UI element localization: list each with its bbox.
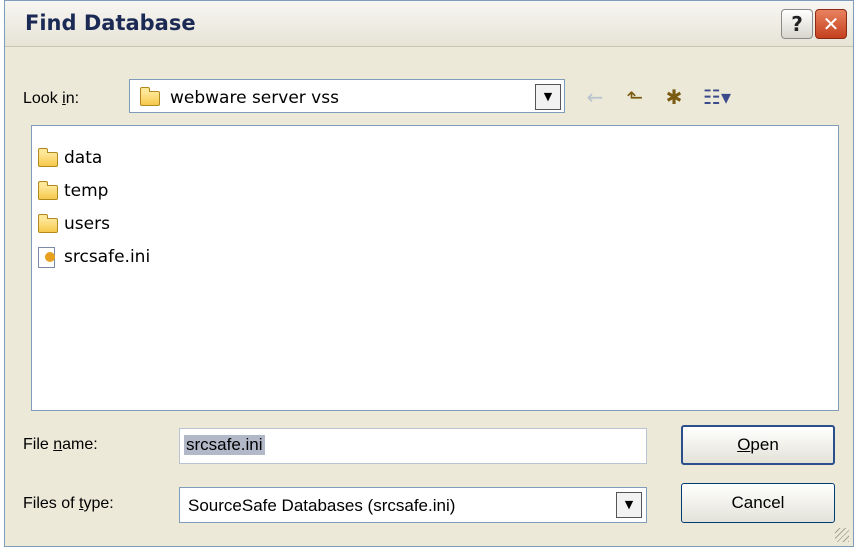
file-name: srcsafe.ini	[64, 247, 151, 267]
folder-icon	[38, 181, 58, 200]
file-name-value: srcsafe.ini	[184, 435, 265, 455]
look-in-value: webware server vss	[170, 88, 339, 108]
files-of-type-dropdown-button[interactable]: ▼	[616, 492, 642, 518]
dialog-title: Find Database	[25, 11, 196, 35]
look-in-combo[interactable]: webware server vss ▼	[129, 79, 565, 113]
cancel-button[interactable]: Cancel	[681, 483, 835, 523]
look-in-dropdown-button[interactable]: ▼	[535, 84, 561, 110]
open-button[interactable]: Open	[681, 425, 835, 465]
folder-icon	[38, 214, 58, 233]
resize-grip[interactable]	[835, 528, 849, 542]
file-name-input[interactable]: srcsafe.ini	[179, 428, 647, 464]
files-of-type-value: SourceSafe Databases (srcsafe.ini)	[188, 496, 456, 515]
file-name: temp	[64, 181, 109, 201]
file-name: data	[64, 148, 103, 168]
folder-icon	[140, 87, 160, 106]
up-one-level-icon[interactable]: ⬑	[621, 83, 649, 111]
file-list[interactable]: data temp users srcsafe.ini	[31, 125, 839, 411]
folder-icon	[38, 148, 58, 167]
title-bar[interactable]: Find Database ? ✕	[5, 1, 853, 47]
close-button[interactable]: ✕	[815, 9, 847, 39]
help-button[interactable]: ?	[781, 9, 813, 39]
view-menu-icon[interactable]: ☷▾	[697, 83, 737, 111]
back-icon[interactable]: ←	[581, 83, 609, 111]
new-folder-icon[interactable]: ✱	[660, 83, 688, 111]
look-in-label: Look in:	[23, 90, 80, 107]
files-of-type-combo[interactable]: SourceSafe Databases (srcsafe.ini) ▼	[179, 487, 647, 523]
file-name-label: File name:	[23, 436, 98, 453]
file-name: users	[64, 214, 110, 234]
files-of-type-label: Files of type:	[23, 495, 114, 512]
ini-file-icon	[38, 247, 55, 268]
find-database-dialog: Find Database ? ✕ Look in: webware serve…	[4, 0, 854, 547]
